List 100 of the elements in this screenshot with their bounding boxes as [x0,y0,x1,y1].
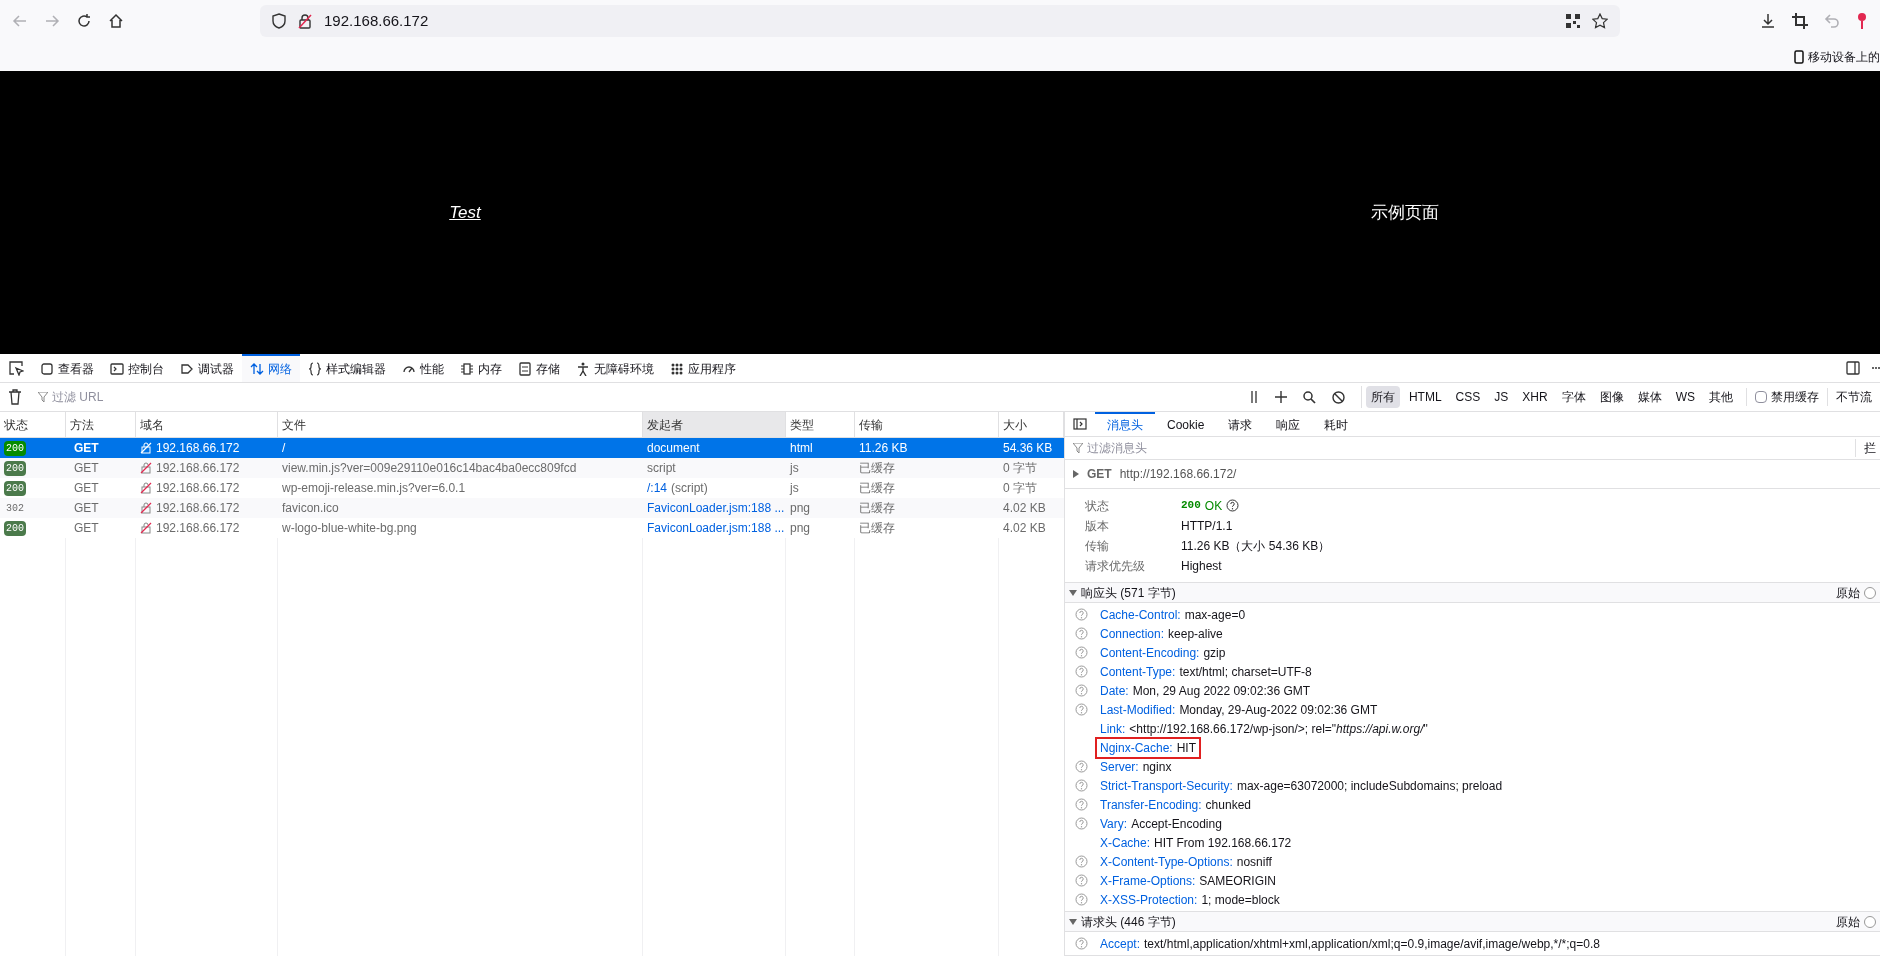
column-header[interactable]: 域名 [136,412,278,437]
element-picker-icon[interactable] [8,360,24,376]
search-icon[interactable] [1302,390,1316,404]
header-value: SAMEORIGIN [1199,872,1277,890]
raw-label: 原始 [1836,913,1860,931]
pin-icon[interactable] [1856,12,1868,30]
filter-icon [1073,443,1083,454]
table-row[interactable]: 200 GET 192.168.66.172 / document html 11.26 KB 54.36 KB [0,438,1064,458]
initiator-link[interactable]: FaviconLoader.jsm:188 ... [647,499,785,517]
summary-label: 请求优先级 [1085,557,1146,575]
status-badge: 200 [4,480,26,496]
column-header[interactable]: 状态 [0,412,66,437]
header-value: max-age=0 [1184,606,1246,624]
initiator-link[interactable]: /:14 [647,479,667,497]
devtools-tab[interactable]: 性能 [394,354,452,382]
type-filter-button[interactable]: 图像 [1594,386,1629,408]
type-filter-button[interactable]: 所有 [1365,386,1400,408]
more-icon[interactable] [1872,366,1880,370]
table-cell-text: js [788,480,800,497]
shield-icon[interactable] [272,13,286,29]
qr-code-icon[interactable] [1566,14,1580,28]
raw-toggle[interactable] [1864,586,1876,599]
table-cell-text: 192.168.66.172 [156,520,240,537]
summary-label: 传输 [1085,537,1110,555]
type-filter-button[interactable]: 其他 [1704,386,1738,408]
raw-toggle[interactable] [1864,915,1876,928]
table-cell-text: 192.168.66.172 [156,480,240,497]
request-url: http://192.168.66.172/ [1119,466,1237,484]
devtools-tab[interactable]: 网络 [242,354,300,382]
initiator-link[interactable]: FaviconLoader.jsm:188 ... [647,519,785,537]
type-filter-button[interactable]: WS [1670,386,1700,408]
table-cell-text: GET [73,460,100,477]
insecure-lock-icon[interactable] [298,13,312,29]
table-row[interactable]: 302 GET 192.168.66.172 favicon.ico FaviconLoader.jsm:188 ... png 已缓存 4.02 KB [0,498,1064,518]
details-tab[interactable]: 响应 [1264,412,1313,437]
block-button[interactable]: 拦 [1855,439,1880,458]
type-filter-button[interactable]: 字体 [1556,386,1591,408]
mobile-device-icon[interactable] [1794,49,1804,64]
collapse-arrow-icon [1069,589,1077,596]
crop-icon[interactable] [1792,13,1808,29]
devtools-tab[interactable]: 存储 [510,354,568,382]
throttling-dropdown[interactable]: 不节流 [1827,388,1880,406]
table-cell-text: wp-emoji-release.min.js?ver=6.0.1 [281,480,467,497]
devtools-tab[interactable]: 应用程序 [662,354,744,382]
details-tab[interactable]: 消息头 [1095,412,1155,437]
help-icon[interactable] [1226,499,1240,512]
table-row[interactable]: 200 GET 192.168.66.172 view.min.js?ver=009e29110e016c14bac4ba0ecc809fcd script js 已缓存 0 字节 [0,458,1064,478]
sidebar-toggle-icon[interactable] [1073,418,1087,430]
devtools-tab[interactable]: 查看器 [32,354,102,382]
header-name: X-Cache: [1100,834,1151,852]
type-filter-button[interactable]: JS [1489,386,1514,408]
filter-url-field[interactable]: 过滤 URL [52,388,1230,406]
column-header[interactable]: 发起者 [643,412,786,437]
url-text: 192.168.66.172 [324,10,430,31]
star-icon[interactable] [1592,13,1608,29]
column-header[interactable]: 传输 [855,412,999,437]
download-icon[interactable] [1760,13,1776,29]
header-value: Accept-Encoding [1131,815,1222,833]
dock-icon[interactable] [1846,361,1860,375]
filter-headers-field[interactable]: 过滤消息头 [1087,439,1855,458]
type-filter-button[interactable]: HTML [1403,386,1447,408]
details-tab[interactable]: 请求 [1216,412,1265,437]
page-link[interactable]: Test [449,199,481,226]
plus-icon[interactable] [1274,391,1287,403]
section-header[interactable]: 响应头 (571 字节) [1069,583,1836,602]
details-tab[interactable]: Cookie [1155,412,1217,437]
type-filter-button[interactable]: CSS [1450,386,1486,408]
column-header[interactable]: 方法 [66,412,136,437]
devtools-tab[interactable]: 内存 [452,354,510,382]
devtools-tab[interactable]: 控制台 [102,354,172,382]
home-icon[interactable] [108,13,124,29]
column-header[interactable]: 类型 [786,412,855,437]
table-cell-text: js [788,460,800,477]
table-cell-text: png [789,520,812,537]
highlight-box: Nginx-Cache: HIT [1097,738,1200,757]
type-filter-button[interactable]: 媒体 [1632,386,1667,408]
devtools-tab[interactable]: 调试器 [172,354,242,382]
collapse-arrow-icon [1069,918,1077,925]
disable-cache-checkbox[interactable]: 禁用缓存 [1746,388,1819,406]
header-name: Transfer-Encoding: [1100,796,1202,814]
expand-arrow-icon[interactable] [1073,470,1079,479]
header-value: text/html,application/xhtml+xml,application/xml;q=0.9,image/avif,image/webp,*/*;q=0.8 [1144,935,1600,953]
insecure-lock-icon [140,522,152,534]
block-icon[interactable] [1331,390,1345,404]
reload-icon[interactable] [76,13,92,29]
summary-label: 状态 [1085,497,1110,515]
site-title: 示例页面 [1371,201,1439,224]
bookmark-item[interactable]: 移动设备上的 [1808,47,1880,66]
devtools-tab[interactable]: 无障碍环境 [568,354,662,382]
table-cell-text: 192.168.66.172 [156,460,240,477]
details-tab[interactable]: 耗时 [1312,412,1361,437]
table-cell-text: 已缓存 [858,460,896,477]
column-header[interactable]: 大小 [999,412,1064,437]
address-bar[interactable]: 192.168.66.172 [260,5,1620,37]
devtools-tab[interactable]: 样式编辑器 [300,354,394,382]
section-header[interactable]: 请求头 (446 字节) [1069,912,1836,931]
pause-icon[interactable] [1248,391,1259,403]
trash-icon[interactable] [8,389,22,405]
header-value: nosniff [1236,853,1272,871]
type-filter-button[interactable]: XHR [1517,386,1553,408]
